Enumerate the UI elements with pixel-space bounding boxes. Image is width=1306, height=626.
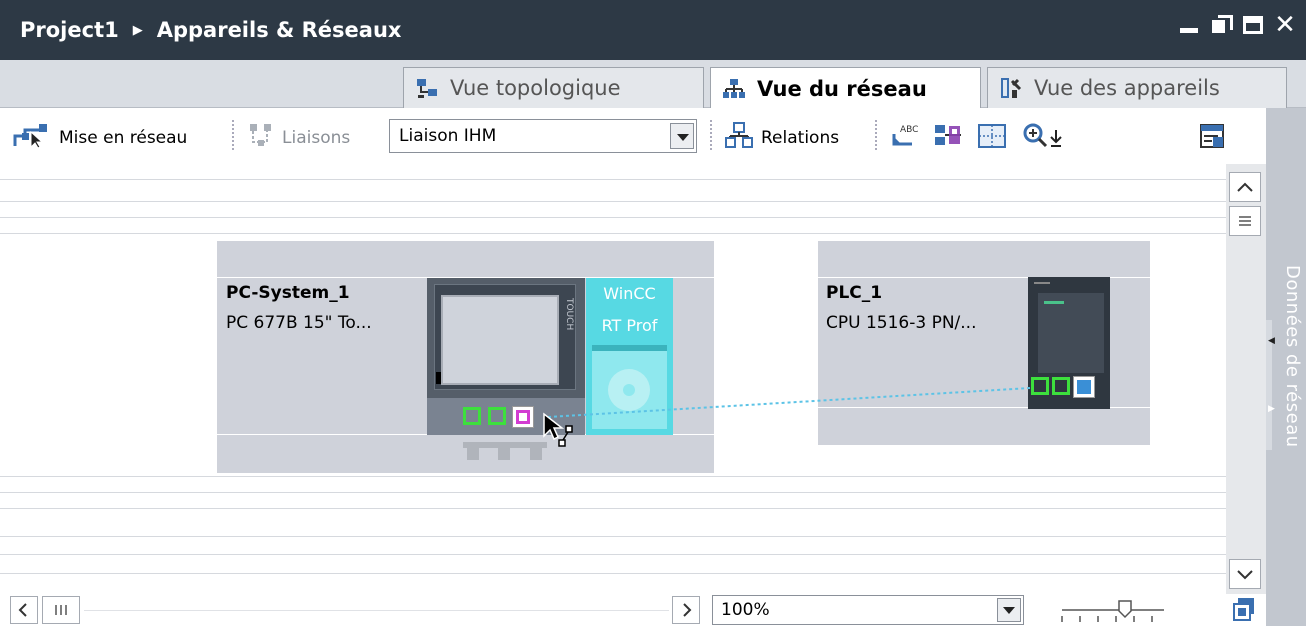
- scroll-down-button[interactable]: [1229, 559, 1261, 589]
- tab-device-view[interactable]: Vue des appareils: [987, 67, 1287, 108]
- grid-view-icon[interactable]: [977, 122, 1007, 155]
- title-bar: Project1 ▶ Appareils & Réseaux ✕: [0, 0, 1306, 60]
- relations-button[interactable]: Relations: [725, 122, 839, 153]
- show-address-icon[interactable]: [933, 122, 963, 155]
- horizontal-scroll-thumb[interactable]: [42, 596, 80, 624]
- breadcrumb: Project1 ▶ Appareils & Réseaux: [20, 18, 401, 42]
- show-labels-icon[interactable]: ABC: [890, 122, 920, 155]
- connections-button[interactable]: Liaisons: [248, 122, 350, 153]
- minimize-icon[interactable]: [1178, 14, 1200, 36]
- view-tabs: Vue topologique Vue du réseau Vue des ap…: [0, 60, 1306, 109]
- overview-navigation-icon[interactable]: [1232, 596, 1256, 626]
- zoom-in-icon[interactable]: [1022, 122, 1068, 155]
- scroll-up-button[interactable]: [1229, 172, 1261, 202]
- network-canvas[interactable]: PC-System_1 PC 677B 15" To... TOUCH WinC…: [0, 164, 1226, 594]
- maximize-icon[interactable]: [1242, 14, 1264, 36]
- collapse-left-icon[interactable]: ◀: [1268, 336, 1275, 346]
- toolbar-divider: [875, 120, 879, 150]
- connections-label: Liaisons: [282, 127, 351, 148]
- chevron-down-icon[interactable]: [670, 123, 694, 149]
- network-view-icon: [723, 78, 745, 100]
- hmi-connection-line: [547, 387, 1031, 418]
- device-view-icon: [1000, 77, 1022, 99]
- relations-icon: [725, 122, 753, 153]
- connect-cursor-icon: [542, 412, 576, 453]
- zoom-dropdown-icon[interactable]: [997, 598, 1021, 622]
- bottom-bar: 100%: [0, 594, 1266, 626]
- network-data-label[interactable]: Données de réseau: [1282, 265, 1303, 448]
- tab-device-label: Vue des appareils: [1034, 76, 1220, 100]
- scroll-right-button[interactable]: [672, 596, 700, 624]
- scroll-thumb[interactable]: [1229, 206, 1261, 236]
- expand-right-icon[interactable]: ▶: [1268, 404, 1275, 414]
- connections-icon: [248, 122, 274, 153]
- zoom-select[interactable]: 100%: [712, 595, 1024, 625]
- scroll-left-button[interactable]: [10, 596, 38, 624]
- svg-text:ABC: ABC: [900, 125, 918, 135]
- table-view-icon[interactable]: [1198, 122, 1228, 155]
- network-mode-icon: [13, 122, 51, 153]
- tab-network-label: Vue du réseau: [757, 76, 927, 101]
- close-icon[interactable]: ✕: [1274, 12, 1296, 38]
- toolbar-divider: [710, 120, 714, 150]
- topology-view-icon: [416, 77, 438, 99]
- network-mode-button[interactable]: Mise en réseau: [13, 122, 187, 153]
- network-toolbar: Mise en réseau Liaisons Liaison IHM Rela…: [0, 108, 1266, 164]
- vertical-scrollbar[interactable]: [1226, 164, 1266, 594]
- relations-label: Relations: [761, 127, 840, 148]
- toolbar-divider: [232, 120, 236, 150]
- window-controls: ✕: [1178, 12, 1296, 38]
- zoom-value: 100%: [721, 600, 770, 620]
- breadcrumb-page: Appareils & Réseaux: [156, 18, 402, 42]
- breadcrumb-project[interactable]: Project1: [20, 18, 119, 42]
- zoom-slider[interactable]: [1058, 598, 1168, 626]
- horizontal-scroll-track[interactable]: [84, 610, 669, 611]
- connection-type-value: Liaison IHM: [399, 126, 497, 146]
- breadcrumb-separator-icon: ▶: [132, 22, 143, 38]
- tab-topology-label: Vue topologique: [450, 76, 621, 100]
- tab-topology-view[interactable]: Vue topologique: [403, 67, 704, 108]
- float-window-icon[interactable]: [1210, 14, 1233, 36]
- tab-network-view[interactable]: Vue du réseau: [710, 67, 981, 109]
- network-mode-label: Mise en réseau: [59, 127, 188, 148]
- connection-type-select[interactable]: Liaison IHM: [389, 119, 697, 153]
